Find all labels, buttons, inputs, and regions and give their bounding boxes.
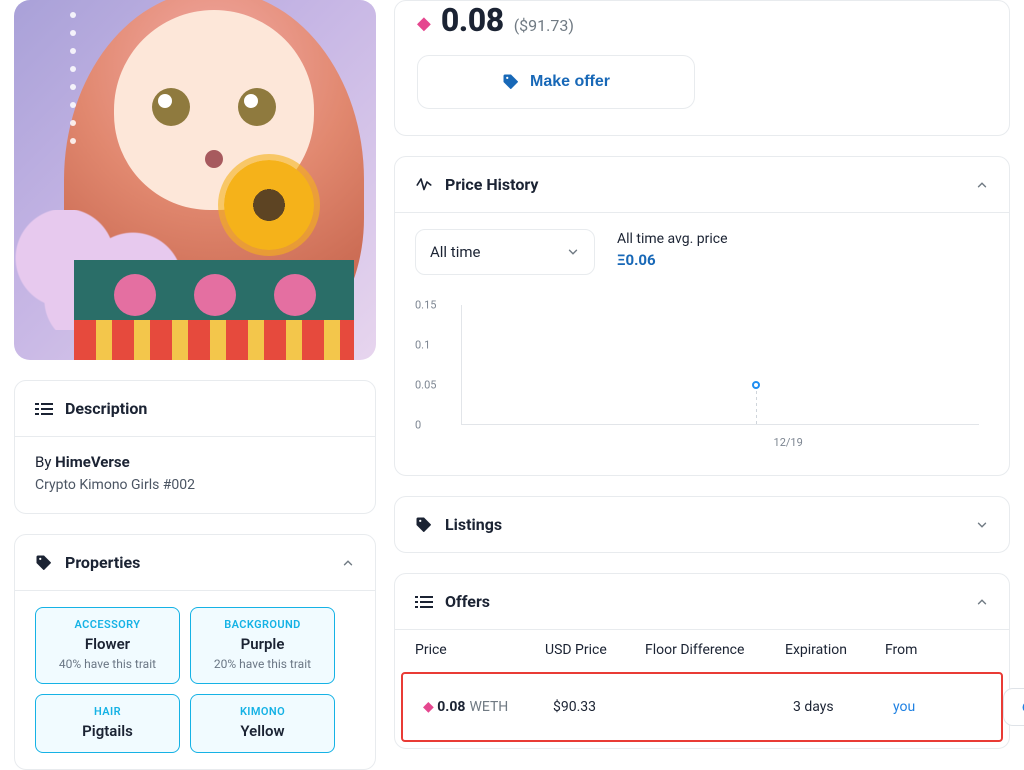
price-eth: 0.08 [441,1,504,39]
property-card[interactable]: KIMONO Yellow [190,694,335,753]
property-card[interactable]: BACKGROUND Purple 20% have this trait [190,607,335,684]
chart-ytick: 0 [415,419,421,432]
offers-title: Offers [445,592,490,611]
description-title: Description [65,399,147,418]
tag-icon [502,73,520,91]
description-panel: Description By HimeVerse Crypto Kimono G… [14,380,376,514]
property-value: Flower [42,635,173,653]
listings-header[interactable]: Listings [395,497,1009,552]
chevron-up-icon [975,178,989,192]
offers-header[interactable]: Offers [395,574,1009,629]
property-key: ACCESSORY [42,618,173,631]
make-offer-button[interactable]: Make offer [417,55,695,109]
chart-point [752,381,760,389]
nft-image[interactable] [14,0,376,360]
price-usd: ($91.73) [514,16,574,35]
offers-panel: Offers Price USD Price Floor Difference … [394,573,1010,749]
property-rarity: 20% have this trait [197,657,328,671]
chevron-down-icon [566,245,580,259]
property-rarity: 40% have this trait [42,657,173,671]
offer-row: ◆ 0.08WETH$90.333 daysyouCancel [401,672,1003,742]
properties-panel: Properties ACCESSORY Flower 40% have this … [14,534,376,770]
cancel-offer-button[interactable]: Cancel [1003,688,1024,726]
offer-from-link[interactable]: you [893,699,1003,715]
property-card[interactable]: ACCESSORY Flower 40% have this trait [35,607,180,684]
tag-icon [35,554,53,572]
property-value: Pigtails [42,722,173,740]
price-tag-icon [415,516,433,534]
chart-xtick: 12/19 [774,436,803,449]
offer-usd: $90.33 [553,699,653,715]
item-name: Crypto Kimono Girls #002 [35,477,355,493]
property-card[interactable]: HAIR Pigtails [35,694,180,753]
creator-link[interactable]: HimeVerse [55,453,130,471]
price-history-header[interactable]: Price History [395,157,1009,212]
description-header[interactable]: Description [15,381,375,436]
chart-ytick: 0.15 [415,299,436,312]
menu-icon [35,400,53,418]
creator-line: By HimeVerse [35,453,355,471]
property-key: HAIR [42,705,173,718]
time-range-select[interactable]: All time [415,229,595,275]
eth-icon: ◆ [417,13,431,34]
activity-icon [415,176,433,194]
price-history-chart: 0.150.10.05012/19 [415,305,989,455]
properties-header[interactable]: Properties [15,535,375,590]
list-icon [415,593,433,611]
property-value: Yellow [197,722,328,740]
property-key: BACKGROUND [197,618,328,631]
price-box: ◆ 0.08 ($91.73) Make offer [394,0,1010,136]
chevron-up-icon [975,595,989,609]
chevron-up-icon [341,556,355,570]
chevron-down-icon [975,518,989,532]
listings-title: Listings [445,515,502,534]
chart-ytick: 0.05 [415,379,436,392]
offer-price: ◆ 0.08WETH [423,699,553,715]
property-value: Purple [197,635,328,653]
avg-price-block: All time avg. price Ξ0.06 [617,229,728,269]
listings-panel: Listings [394,496,1010,553]
properties-title: Properties [65,553,140,572]
offer-expiration: 3 days [793,699,893,715]
property-key: KIMONO [197,705,328,718]
offers-table-header: Price USD Price Floor Difference Expirat… [395,629,1009,672]
price-history-title: Price History [445,175,538,194]
chart-ytick: 0.1 [415,339,430,352]
price-history-panel: Price History All time All time avg. pri… [394,156,1010,476]
